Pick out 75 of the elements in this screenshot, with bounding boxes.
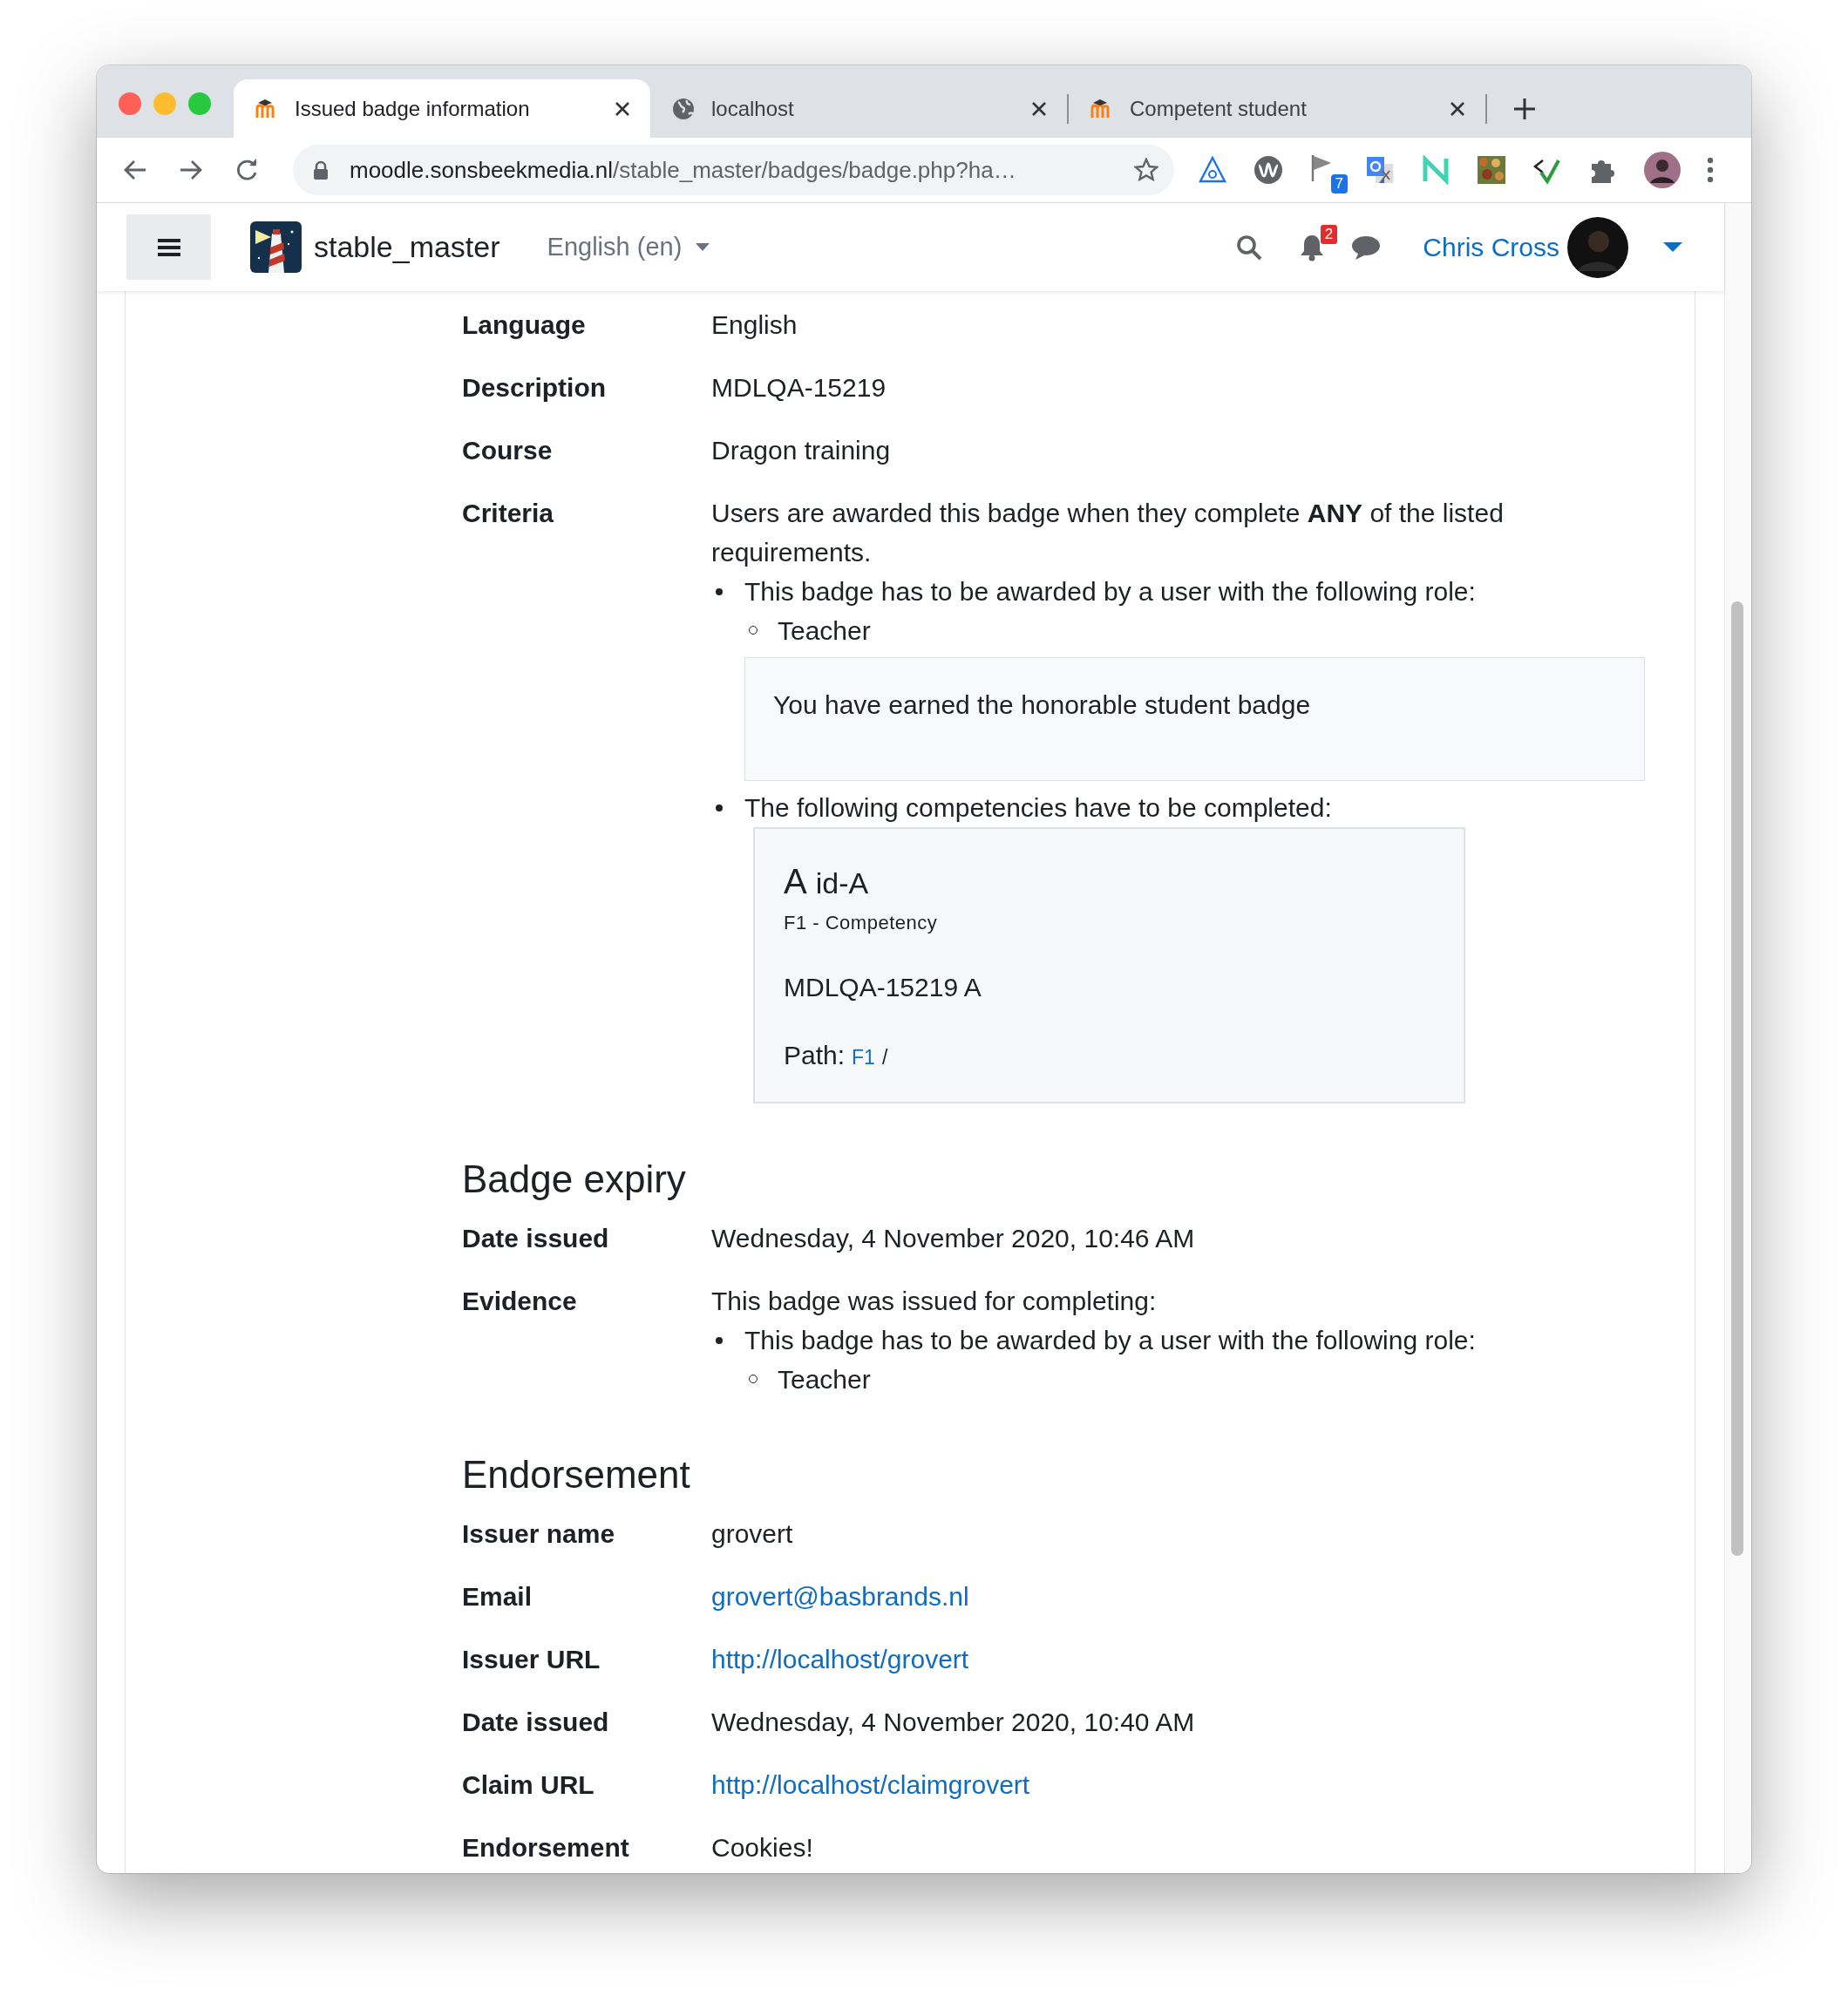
field-link[interactable]: http://localhost/claimgrovert: [711, 1770, 1030, 1799]
reload-button[interactable]: [234, 158, 259, 182]
field-value: MDLQA-15219: [711, 373, 887, 402]
field-label: Date issued: [462, 1223, 610, 1254]
requirement-text: The following competencies have to be completed:: [744, 792, 1333, 824]
field-label: Email: [462, 1581, 533, 1613]
bullet-icon: [716, 588, 723, 595]
role-name: Teacher: [778, 1364, 871, 1395]
messages-button[interactable]: [1351, 234, 1382, 261]
criteria-text: Users are awarded this badge when they complete ANY of the listed requirements.: [711, 498, 1505, 568]
path-label: Path:: [784, 1040, 846, 1071]
field-label: Criteria: [462, 498, 555, 529]
browser-tab[interactable]: localhost: [650, 79, 1067, 138]
close-icon[interactable]: [1449, 99, 1466, 118]
field-label: Course: [462, 435, 554, 466]
menu-icon: [157, 237, 180, 257]
competency-shortname: A: [784, 861, 807, 902]
triangle-icon[interactable]: [1198, 155, 1227, 185]
lighthouse-logo-icon[interactable]: [250, 221, 302, 273]
section-heading: Endorsement: [462, 1452, 691, 1497]
notification-count: 2: [1320, 224, 1338, 244]
globe-icon: [671, 96, 696, 121]
field-label: Description: [462, 372, 608, 404]
wave-icon[interactable]: [1254, 155, 1283, 185]
field-link[interactable]: grovert@basbrands.nl: [711, 1582, 969, 1611]
user-menu-button[interactable]: [1663, 241, 1682, 253]
path-link[interactable]: F1: [852, 1038, 875, 1077]
scrollbar-thumb[interactable]: [1731, 601, 1743, 1556]
profile-avatar-icon[interactable]: [1644, 152, 1681, 188]
role-name: Teacher: [778, 615, 871, 647]
browser-tab[interactable]: Issued badge information: [234, 79, 650, 138]
new-tab-button[interactable]: [1513, 97, 1536, 120]
more-menu-button[interactable]: [1707, 157, 1714, 183]
search-button[interactable]: [1236, 234, 1263, 261]
close-icon[interactable]: [614, 99, 631, 118]
field-value: grovert: [711, 1519, 793, 1548]
criteria-text: This badge was issued for completing:: [711, 1286, 1158, 1317]
notifications-button[interactable]: [1299, 233, 1326, 261]
close-icon[interactable]: [1030, 99, 1048, 118]
field-label: Language: [462, 309, 587, 341]
badge-message: You have earned the honorable student badge: [744, 657, 1645, 781]
site-name[interactable]: stable_master: [314, 230, 500, 264]
competency-idnumber: id-A: [815, 866, 869, 901]
field-label: Evidence: [462, 1286, 578, 1317]
field-link[interactable]: http://localhost/grovert: [711, 1645, 969, 1674]
language-menu[interactable]: English (en): [547, 233, 710, 261]
field-label: Issuer URL: [462, 1644, 601, 1675]
lock-icon: [313, 160, 329, 180]
user-avatar-icon[interactable]: [1567, 216, 1628, 278]
field-label: Date issued: [462, 1707, 610, 1738]
caret-icon: [696, 242, 710, 252]
mosaic-icon[interactable]: [1477, 155, 1506, 185]
field-label: Endorsement: [462, 1832, 630, 1864]
bullet-icon: [716, 805, 723, 811]
user-name[interactable]: Chris Cross: [1423, 232, 1559, 262]
section-heading: Badge expiry: [462, 1157, 687, 1202]
browser-tab[interactable]: Competent student: [1069, 79, 1485, 138]
requirement-text: This badge has to be awarded by a user with the following role:: [744, 1325, 1477, 1356]
requirement-text: This badge has to be awarded by a user with the following role:: [744, 576, 1477, 608]
framework-name: F1 - Competency: [784, 911, 939, 935]
field-value: Cookies!: [711, 1833, 813, 1862]
bookmark-star-button[interactable]: [1134, 158, 1158, 182]
translate-icon[interactable]: [1365, 155, 1395, 185]
competency-description: MDLQA-15219 A: [784, 972, 982, 1003]
field-label: Claim URL: [462, 1769, 595, 1801]
extension-badge: 7: [1330, 174, 1348, 194]
path-separator: /: [881, 1045, 888, 1070]
field-label: Issuer name: [462, 1518, 616, 1550]
field-value: Dragon training: [711, 436, 891, 465]
bullet-icon: [716, 1337, 723, 1344]
field-value: English: [711, 310, 798, 339]
menu-button[interactable]: [126, 214, 211, 280]
field-value: Wednesday, 4 November 2020, 10:46 AM: [711, 1224, 1195, 1253]
field-value: Wednesday, 4 November 2020, 10:40 AM: [711, 1708, 1195, 1736]
address-bar[interactable]: moodle.sonsbeekmedia.nl/stable_master/badges/badge.php?ha…: [293, 145, 1174, 195]
